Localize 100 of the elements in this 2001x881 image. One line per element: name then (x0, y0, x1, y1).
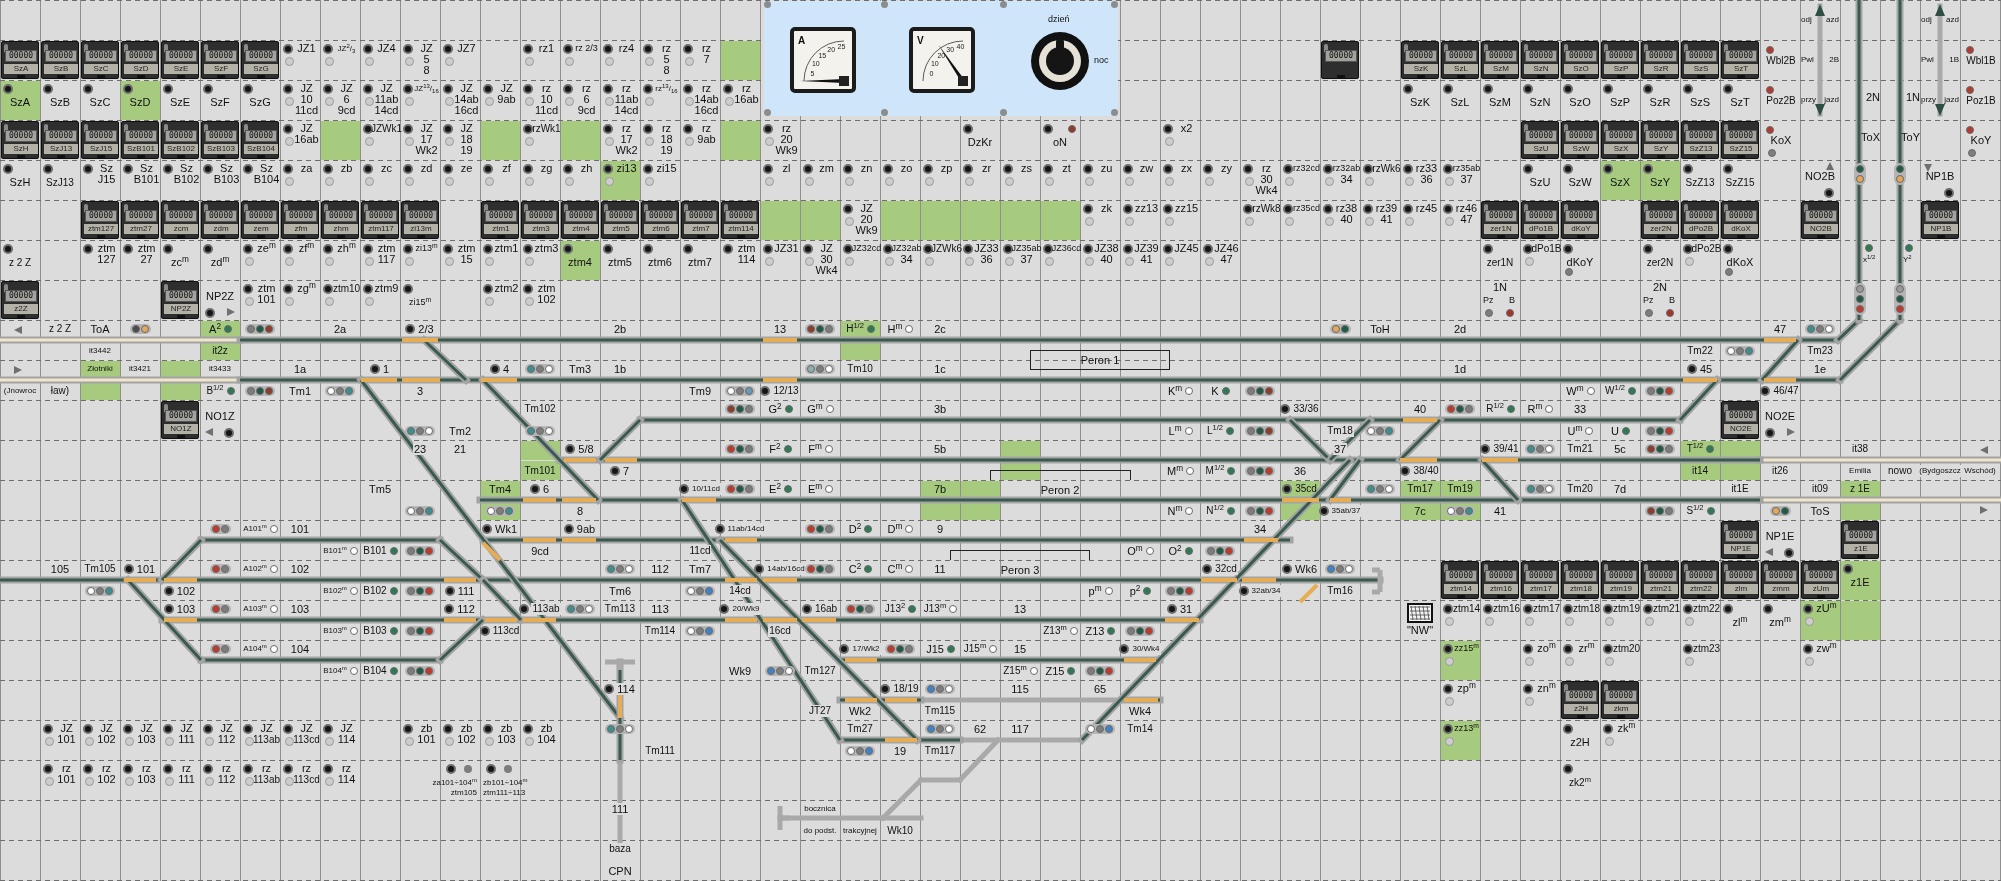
push-button[interactable] (43, 84, 53, 94)
push-button[interactable] (323, 164, 333, 174)
push-button[interactable] (563, 84, 573, 94)
push-button[interactable] (243, 724, 253, 734)
push-button[interactable] (523, 724, 533, 734)
triangle-icon[interactable] (1826, 162, 1834, 170)
push-button[interactable] (1403, 84, 1413, 94)
push-button[interactable] (1643, 244, 1653, 254)
push-button[interactable] (1243, 204, 1253, 214)
push-button[interactable] (1443, 204, 1453, 214)
push-button[interactable] (83, 724, 93, 734)
push-button[interactable] (203, 764, 213, 774)
push-button[interactable] (603, 44, 613, 54)
push-button[interactable] (483, 724, 493, 734)
push-button[interactable] (323, 84, 333, 94)
push-button[interactable] (1483, 244, 1493, 254)
push-button[interactable] (489, 364, 500, 374)
push-button[interactable] (323, 724, 333, 734)
push-button[interactable] (1523, 164, 1533, 174)
push-button[interactable] (163, 586, 174, 596)
push-button[interactable] (405, 324, 416, 334)
push-button[interactable] (446, 764, 456, 774)
push-button[interactable] (1563, 644, 1573, 654)
push-button[interactable] (883, 244, 893, 254)
push-button[interactable] (1763, 604, 1773, 614)
push-button[interactable] (1163, 244, 1173, 254)
push-button[interactable] (203, 244, 213, 254)
push-button[interactable] (1238, 586, 1249, 596)
push-button[interactable] (643, 124, 653, 134)
push-button[interactable] (883, 164, 893, 174)
triangle-icon[interactable] (205, 428, 213, 436)
push-button[interactable] (1603, 164, 1613, 174)
push-button[interactable] (403, 164, 413, 174)
push-button[interactable] (1166, 604, 1177, 614)
push-button[interactable] (123, 564, 134, 574)
triangle-icon[interactable] (1980, 446, 1988, 454)
push-button[interactable] (283, 164, 293, 174)
push-button[interactable] (563, 164, 573, 174)
push-button[interactable] (163, 604, 174, 614)
push-button[interactable] (1723, 604, 1733, 614)
push-button[interactable] (719, 604, 730, 614)
push-button[interactable] (203, 724, 213, 734)
push-button[interactable] (1683, 84, 1693, 94)
triangle-icon[interactable] (1765, 548, 1773, 556)
push-button[interactable] (1243, 164, 1253, 174)
push-button[interactable] (603, 124, 613, 134)
push-button[interactable] (363, 284, 373, 294)
push-button[interactable] (643, 84, 653, 94)
push-button[interactable] (43, 764, 53, 774)
push-button[interactable] (243, 84, 253, 94)
push-button[interactable] (603, 164, 613, 174)
push-button[interactable] (43, 164, 53, 174)
push-button[interactable] (760, 386, 771, 396)
push-button[interactable] (163, 724, 173, 734)
push-button[interactable] (123, 764, 133, 774)
push-button[interactable] (763, 164, 773, 174)
push-button[interactable] (403, 124, 413, 134)
push-button[interactable] (283, 44, 293, 54)
push-button[interactable] (403, 724, 413, 734)
push-button[interactable] (963, 124, 973, 134)
push-button[interactable] (83, 84, 93, 94)
push-button[interactable] (123, 724, 133, 734)
push-button[interactable] (163, 764, 173, 774)
push-button[interactable] (3, 84, 13, 94)
push-button[interactable] (224, 428, 234, 438)
push-button[interactable] (205, 308, 215, 318)
push-button[interactable] (679, 484, 690, 494)
push-button[interactable] (963, 244, 973, 254)
push-button[interactable] (363, 164, 373, 174)
push-button[interactable] (1563, 84, 1573, 94)
push-button[interactable] (1683, 244, 1693, 254)
push-button[interactable] (683, 244, 693, 254)
push-button[interactable] (1282, 564, 1292, 574)
triangle-icon[interactable] (1980, 506, 1988, 514)
triangle-icon[interactable] (1787, 428, 1795, 436)
push-button[interactable] (443, 164, 453, 174)
push-button[interactable] (1523, 84, 1533, 94)
push-button[interactable] (523, 124, 533, 134)
push-button[interactable] (444, 604, 455, 614)
push-button[interactable] (1400, 466, 1411, 476)
push-button[interactable] (403, 84, 413, 94)
push-button[interactable] (243, 244, 253, 254)
push-button[interactable] (363, 124, 373, 134)
push-button[interactable] (483, 84, 493, 94)
push-button[interactable] (1003, 244, 1013, 254)
push-button[interactable] (1123, 164, 1133, 174)
push-button[interactable] (1083, 204, 1093, 214)
push-button[interactable] (1643, 84, 1653, 94)
push-button[interactable] (1723, 164, 1733, 174)
push-button[interactable] (323, 244, 333, 254)
push-button[interactable] (1643, 604, 1653, 614)
push-button[interactable] (1563, 164, 1573, 174)
push-button[interactable] (683, 84, 693, 94)
push-button[interactable] (283, 84, 293, 94)
push-button[interactable] (843, 244, 853, 254)
push-button[interactable] (444, 586, 455, 596)
push-button[interactable] (163, 84, 173, 94)
push-button[interactable] (283, 124, 293, 134)
push-button[interactable] (283, 244, 293, 254)
push-button[interactable] (363, 244, 373, 254)
